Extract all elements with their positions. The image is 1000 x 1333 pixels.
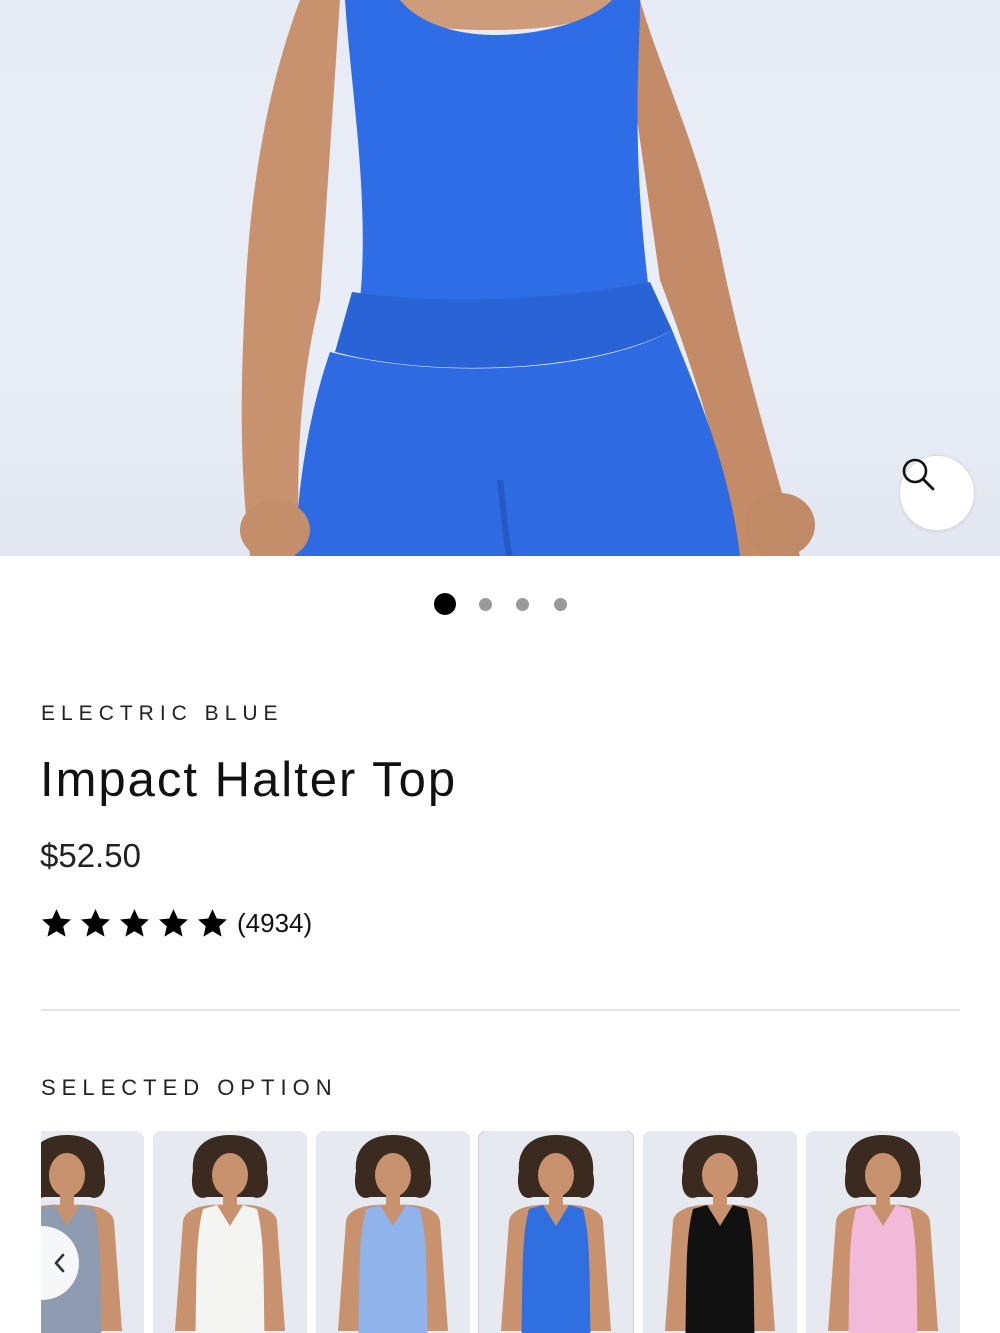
color-swatch-light-blue[interactable] [316, 1131, 470, 1333]
color-swatch-carousel [41, 1131, 960, 1333]
color-name: ELECTRIC BLUE [41, 702, 284, 725]
search-icon [902, 458, 935, 491]
swatch-model-image [806, 1131, 960, 1333]
carousel-dot-3[interactable] [516, 598, 529, 611]
star-icon [159, 908, 188, 937]
star-icon [198, 908, 227, 937]
color-swatch-electric-blue[interactable] [478, 1131, 634, 1333]
star-icon [81, 908, 110, 937]
product-title: Impact Halter Top [40, 753, 458, 807]
zoom-button[interactable] [899, 455, 975, 531]
carousel-dots [0, 593, 1000, 615]
color-swatch-pink[interactable] [806, 1131, 960, 1333]
star-icon [42, 908, 71, 937]
carousel-dot-1[interactable] [434, 593, 456, 615]
color-swatch-white[interactable] [153, 1131, 307, 1333]
swatch-model-image [643, 1131, 797, 1333]
chevron-left-icon [54, 1253, 65, 1273]
swatch-model-image [479, 1131, 633, 1333]
carousel-dot-2[interactable] [479, 598, 492, 611]
swatch-model-image [153, 1131, 307, 1333]
review-count[interactable]: (4934) [237, 908, 312, 939]
carousel-dot-4[interactable] [554, 598, 567, 611]
divider [41, 1009, 960, 1011]
star-rating [40, 907, 229, 940]
star-icon [120, 908, 149, 937]
product-image[interactable] [0, 0, 1000, 556]
rating-summary[interactable]: (4934) [40, 905, 312, 941]
color-swatch-black[interactable] [643, 1131, 797, 1333]
selected-option-label: SELECTED OPTION [41, 1075, 338, 1100]
product-photo [240, 0, 815, 556]
swatch-model-image [316, 1131, 470, 1333]
product-price: $52.50 [40, 837, 141, 874]
